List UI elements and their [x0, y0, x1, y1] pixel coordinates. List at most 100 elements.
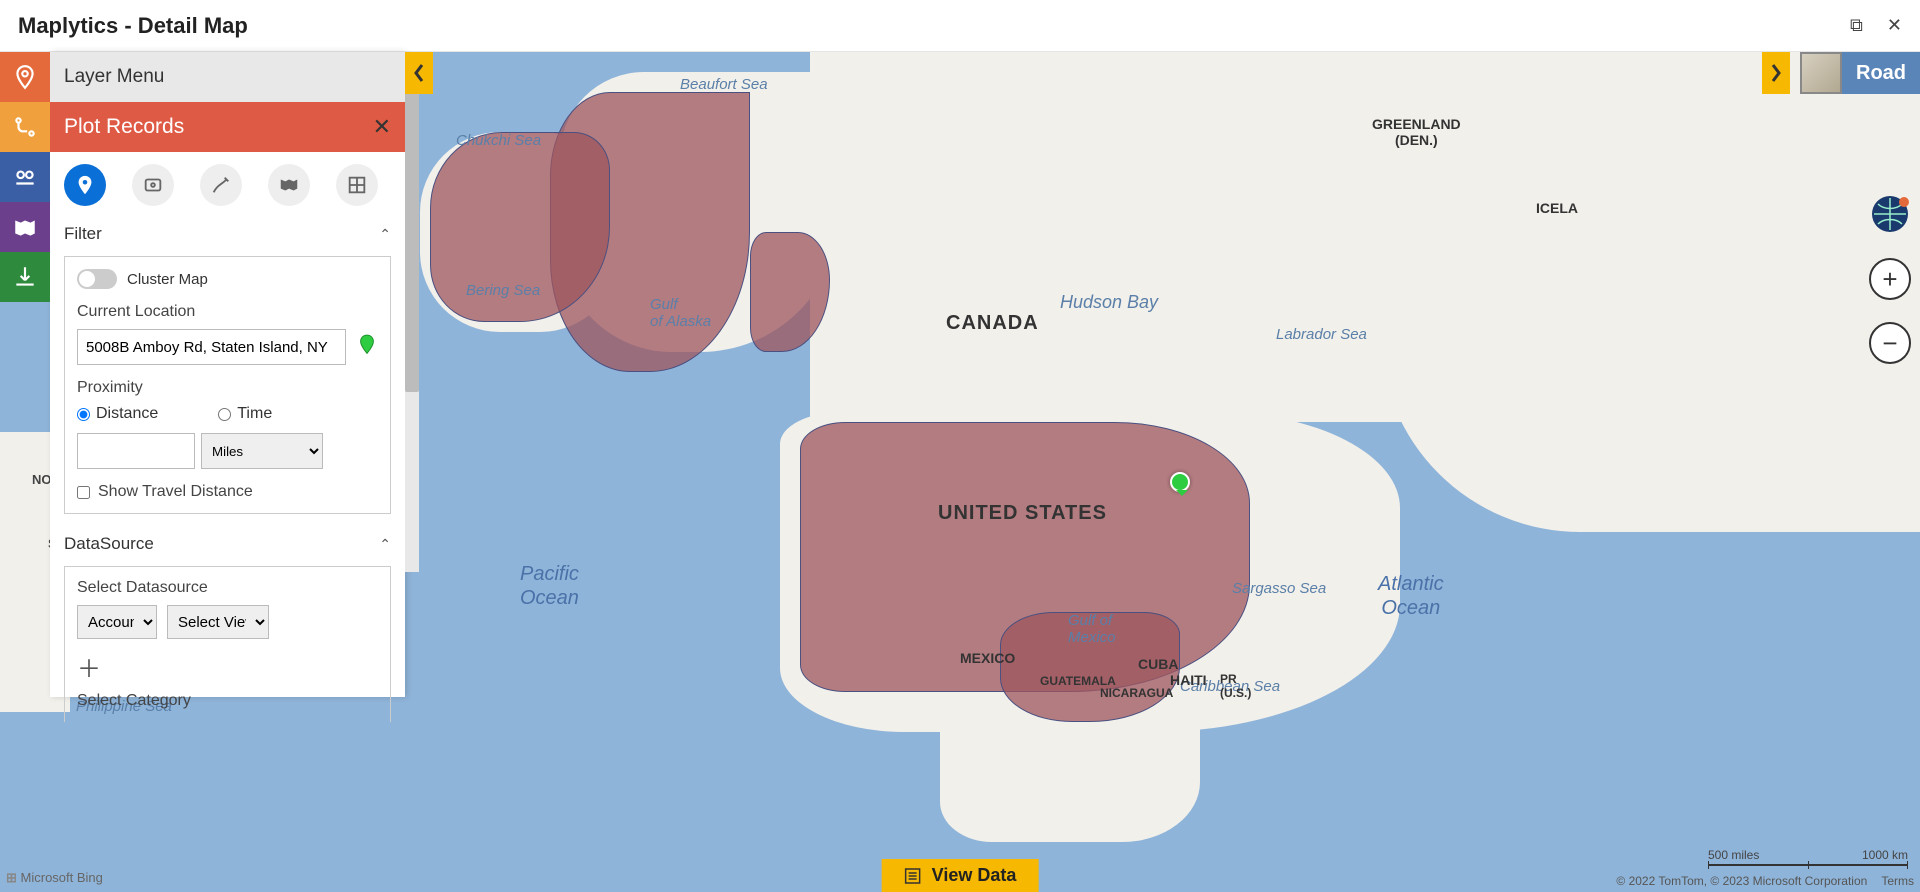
- sea-label: Sargasso Sea: [1232, 580, 1326, 597]
- entity-select[interactable]: Account: [77, 605, 157, 639]
- current-location-row: [77, 329, 378, 365]
- close-icon[interactable]: ✕: [1887, 15, 1902, 36]
- poi-icon: [142, 174, 164, 196]
- left-rail: [0, 52, 50, 302]
- proximity-radios: Distance Time: [77, 405, 378, 423]
- tab-poi[interactable]: [132, 164, 174, 206]
- chevron-right-icon: [1769, 63, 1783, 83]
- proximity-value-input[interactable]: [77, 433, 195, 469]
- chevron-up-icon: ⌃: [379, 226, 391, 243]
- country-label: PR(U.S.): [1220, 672, 1251, 700]
- current-location-label: Current Location: [77, 303, 378, 321]
- rail-plot-button[interactable]: [0, 52, 50, 102]
- side-panel: Layer Menu Plot Records ✕ Filter ⌃: [50, 52, 405, 697]
- zoom-in-button[interactable]: +: [1869, 258, 1911, 300]
- chevron-up-icon: ⌃: [379, 536, 391, 553]
- scrollbar-thumb[interactable]: [405, 52, 419, 392]
- layers-icon: [12, 164, 38, 190]
- proximity-unit-select[interactable]: Miles: [201, 433, 323, 469]
- bing-logo: ⊞ Microsoft Bing: [6, 870, 103, 886]
- grid-icon: [346, 174, 368, 196]
- select-category-label: Select Category: [77, 692, 378, 710]
- sea-label: Beaufort Sea: [680, 76, 768, 93]
- list-icon: [904, 867, 922, 885]
- tab-draw[interactable]: [200, 164, 242, 206]
- country-label: CUBA: [1138, 656, 1178, 672]
- distance-radio[interactable]: [77, 408, 90, 421]
- time-radio-label[interactable]: Time: [218, 405, 272, 423]
- workspace: Beaufort Sea Chukchi Sea Bering Sea Gulf…: [0, 52, 1920, 892]
- sea-label: Gulfof Alaska: [650, 296, 711, 330]
- current-location-input[interactable]: [77, 329, 346, 365]
- rail-download-button[interactable]: [0, 252, 50, 302]
- view-select[interactable]: Select View: [167, 605, 269, 639]
- region-icon: [278, 174, 300, 196]
- show-travel-checkbox[interactable]: [77, 486, 90, 499]
- filter-section-body: Cluster Map Current Location Proximity D…: [64, 256, 391, 514]
- show-travel-label: Show Travel Distance: [98, 483, 253, 501]
- rail-layers-button[interactable]: [0, 152, 50, 202]
- cluster-map-toggle[interactable]: [77, 269, 117, 289]
- draw-icon: [210, 174, 232, 196]
- filter-section-header[interactable]: Filter ⌃: [50, 218, 405, 250]
- distance-radio-label[interactable]: Distance: [77, 405, 158, 423]
- country-label: GREENLAND(DEN.): [1372, 116, 1461, 148]
- tab-location[interactable]: [64, 164, 106, 206]
- view-data-label: View Data: [932, 865, 1017, 886]
- partial-label: NO: [32, 472, 52, 487]
- panel-scrollbar[interactable]: [405, 52, 419, 572]
- copyright-text: © 2022 TomTom, © 2023 Microsoft Corporat…: [1616, 874, 1867, 888]
- location-pin-icon[interactable]: [356, 333, 378, 361]
- current-location-pin[interactable]: [1170, 472, 1190, 492]
- terms-link[interactable]: Terms: [1881, 874, 1914, 888]
- select-datasource-label: Select Datasource: [77, 579, 378, 597]
- time-radio[interactable]: [218, 408, 231, 421]
- datasource-section-header[interactable]: DataSource ⌃: [50, 528, 405, 560]
- view-data-button[interactable]: View Data: [882, 859, 1039, 892]
- rail-territory-button[interactable]: [0, 202, 50, 252]
- country-label: HAITI: [1170, 672, 1207, 688]
- datasource-row: Account Select View: [77, 605, 378, 639]
- layer-menu-header[interactable]: Layer Menu: [50, 52, 405, 102]
- download-icon: [12, 264, 38, 290]
- cluster-map-label: Cluster Map: [127, 271, 208, 288]
- country-label: ICELA: [1536, 200, 1578, 216]
- proximity-inputs: Miles: [77, 433, 378, 469]
- territory-icon: [12, 214, 38, 240]
- country-label: UNITED STATES: [938, 502, 1107, 525]
- zoom-controls: + −: [1868, 192, 1912, 364]
- expand-maptype-button[interactable]: [1762, 52, 1790, 94]
- rail-route-button[interactable]: [0, 102, 50, 152]
- ocean-label: PacificOcean: [520, 562, 579, 610]
- add-datasource-button[interactable]: ＋: [77, 649, 378, 684]
- show-travel-row: Show Travel Distance: [77, 483, 378, 501]
- aerial-thumbnail[interactable]: [1800, 52, 1842, 94]
- pin-icon: [12, 64, 38, 90]
- sea-label: Labrador Sea: [1276, 326, 1367, 343]
- country-label: MEXICO: [960, 650, 1015, 666]
- globe-reset-button[interactable]: [1868, 192, 1912, 236]
- datasource-section-body: Select Datasource Account Select View ＋ …: [64, 566, 391, 722]
- plot-records-title: Plot Records: [64, 115, 184, 139]
- country-label: GUATEMALA: [1040, 674, 1116, 688]
- restore-icon[interactable]: ⧉: [1850, 15, 1863, 36]
- sea-label: Hudson Bay: [1060, 292, 1158, 313]
- pin-icon: [74, 174, 96, 196]
- window-title: Maplytics - Detail Map: [18, 13, 248, 39]
- country-label: CANADA: [946, 312, 1039, 335]
- road-map-button[interactable]: Road: [1842, 52, 1920, 94]
- close-icon[interactable]: ✕: [373, 114, 391, 140]
- tab-region[interactable]: [268, 164, 310, 206]
- cluster-map-row: Cluster Map: [77, 269, 378, 289]
- titlebar: Maplytics - Detail Map ⧉ ✕: [0, 0, 1920, 52]
- filter-title: Filter: [64, 224, 102, 244]
- map-credits: © 2022 TomTom, © 2023 Microsoft Corporat…: [1616, 874, 1914, 888]
- proximity-label: Proximity: [77, 379, 378, 397]
- window-controls: ⧉ ✕: [1850, 15, 1902, 36]
- sea-label: Gulf ofMexico: [1068, 612, 1116, 646]
- collapse-panel-button[interactable]: [405, 52, 433, 94]
- chevron-left-icon: [412, 63, 426, 83]
- zoom-out-button[interactable]: −: [1869, 322, 1911, 364]
- tab-grid[interactable]: [336, 164, 378, 206]
- map-type-switcher: Road: [1800, 52, 1920, 94]
